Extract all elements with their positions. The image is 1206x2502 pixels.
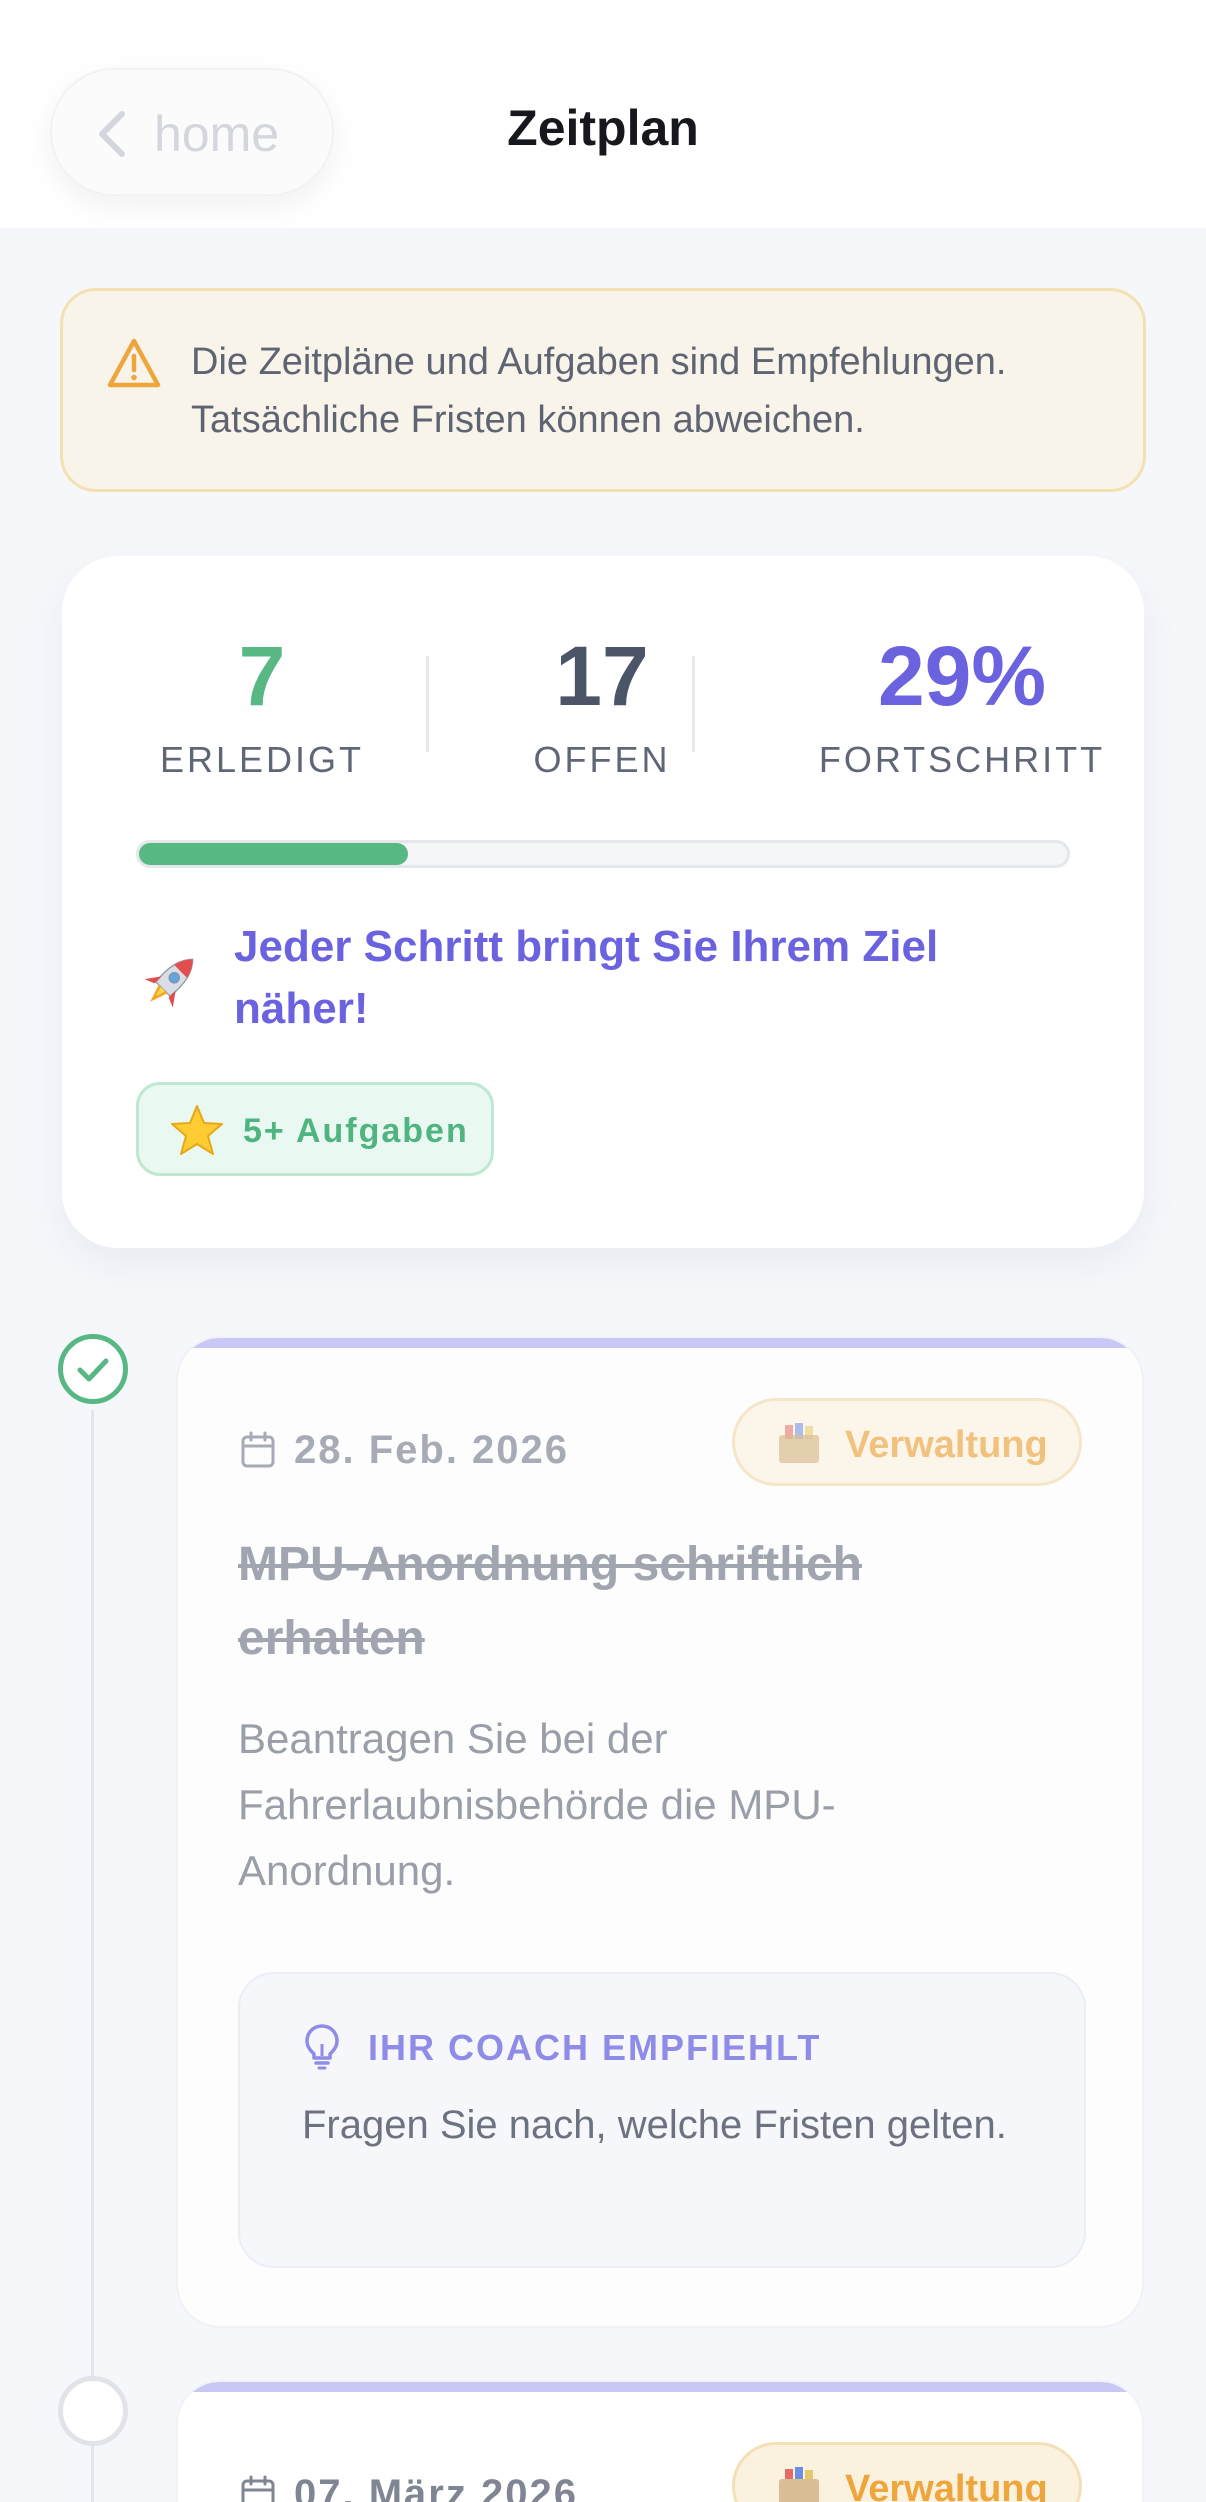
- disclaimer-text: Die Zeitpläne und Aufgaben sind Empfehlu…: [191, 341, 1007, 441]
- timeline-open-marker: [58, 2376, 128, 2446]
- stat-done: 7 ERLEDIGT: [122, 626, 402, 782]
- stat-open-label: OFFEN: [533, 739, 671, 780]
- card-file-box-icon: [779, 1423, 819, 1463]
- stat-open: 17 OFFEN: [462, 626, 742, 782]
- achievement-badge-label: 5+ Aufgaben: [243, 1112, 469, 1150]
- motivation-message: Jeder Schritt bringt Sie Ihrem Ziel nähe…: [234, 922, 939, 1033]
- task-card-accent: [178, 1338, 1142, 1348]
- page-title: Zeitplan: [507, 100, 699, 156]
- task-date: 28. Feb. 2026: [240, 1420, 569, 1480]
- task-date: 07. März 2026: [240, 2464, 578, 2502]
- progress-bar-fill: [139, 843, 408, 865]
- card-file-box-icon: [779, 2467, 819, 2502]
- category-label: Verwaltung: [845, 2468, 1048, 2502]
- lightbulb-icon: [305, 2024, 339, 2070]
- warning-triangle-icon: [107, 338, 161, 388]
- stat-progress-label: FORTSCHRITT: [818, 739, 1106, 780]
- rocket-icon: [144, 958, 194, 1008]
- timeline-done-marker: [58, 1334, 128, 1404]
- calendar-icon: [241, 1431, 275, 1468]
- task-title: MPU-Anordnung schriftlich erhalten: [238, 1538, 862, 1665]
- task-card-accent: [178, 2382, 1142, 2392]
- task-date-text: 07. März 2026: [294, 2471, 578, 2502]
- stat-progress: 29% FORTSCHRITT: [742, 626, 1182, 782]
- task-card[interactable]: 07. März 2026 Verwaltung: [176, 2380, 1144, 2502]
- achievement-badge: 5+ Aufgaben: [136, 1082, 494, 1176]
- stat-done-label: ERLEDIGT: [159, 739, 365, 780]
- category-badge: Verwaltung: [732, 2442, 1082, 2502]
- task-description: Beantragen Sie bei der Fahrerlaubnisbehö…: [238, 1715, 836, 1894]
- disclaimer-banner: Die Zeitpläne und Aufgaben sind Empfehlu…: [60, 288, 1146, 492]
- coach-tip-text: Fragen Sie nach, welche Fristen gelten.: [302, 2103, 1007, 2147]
- category-badge: Verwaltung: [732, 1398, 1082, 1486]
- category-label: Verwaltung: [845, 1424, 1048, 1466]
- stat-done-value: 7: [238, 629, 286, 723]
- progress-summary-card: 7 ERLEDIGT 17 OFFEN 29% FORTSCHRITT Jede…: [62, 556, 1144, 1248]
- stat-divider: [426, 656, 429, 752]
- timeline-line: [91, 1410, 94, 2502]
- checkmark-icon: [77, 1358, 109, 1382]
- progress-bar: [136, 840, 1070, 868]
- star-icon: [171, 1105, 223, 1155]
- task-date-text: 28. Feb. 2026: [294, 1427, 570, 1472]
- top-bar: home Zeitplan: [0, 0, 1206, 228]
- coach-tip: IHR COACH EMPFIEHLT Fragen Sie nach, wel…: [238, 1972, 1086, 2268]
- stat-open-value: 17: [555, 629, 649, 723]
- calendar-icon: [241, 2475, 275, 2502]
- coach-tip-heading: IHR COACH EMPFIEHLT: [368, 2027, 822, 2068]
- stat-progress-value: 29%: [877, 629, 1047, 723]
- task-card[interactable]: 28. Feb. 2026 Verwaltung MPU-Anordnung s…: [176, 1336, 1144, 2328]
- stat-divider: [692, 656, 695, 752]
